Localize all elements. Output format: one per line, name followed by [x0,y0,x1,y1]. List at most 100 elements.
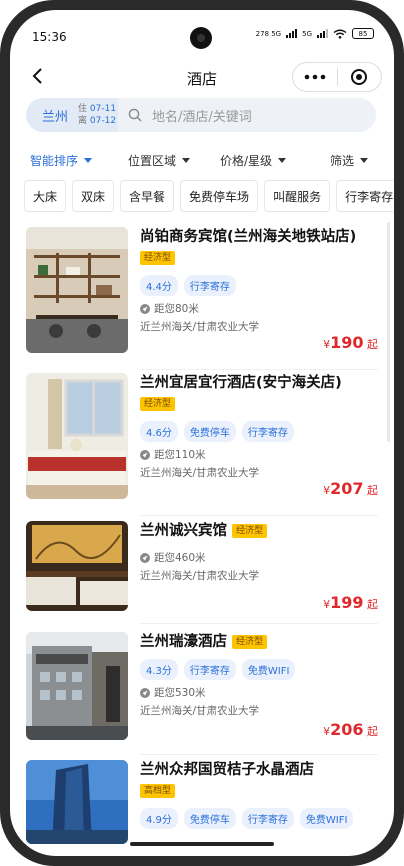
hotel-chips: 4.4分 行李寄存 [140,275,378,296]
nearby-text: 近兰州海关/甘肃农业大学 [140,570,260,582]
hotel-info: 尚铂商务宾馆(兰州海关地铁站店) 经济型 4.4分 行李寄存 距您80米 近兰州… [140,227,378,334]
hotel-card[interactable]: 兰州众邦国贸桔子水晶酒店 高档型 4.9分 免费停车 行李寄存 免费WIFI [26,760,378,850]
network-speed-right: 5G [302,29,312,38]
hotel-card[interactable]: 兰州宜居宜行酒店(安宁海关店) 经济型 4.6分 免费停车 行李寄存 距您110米… [26,373,378,516]
nearby-text: 近兰州海关/甘肃农业大学 [140,467,260,479]
price-value: 206 [330,720,364,739]
location-arrow-icon [140,552,150,563]
front-camera [190,27,212,49]
city-name: 兰州 [42,109,69,125]
search-placeholder: 地名/酒店/关键词 [152,109,252,125]
price-suffix: 起 [367,484,378,497]
stay-dates: 住 07-11 离 07-12 [78,103,116,127]
hotel-card[interactable]: 尚铂商务宾馆(兰州海关地铁站店) 经济型 4.4分 行李寄存 距您80米 近兰州… [26,227,378,370]
tag-wakeup[interactable]: 叫醒服务 [264,180,331,212]
distance-row: 距您80米 [140,301,378,316]
rating-chip: 4.6分 [140,421,178,442]
caret-down-icon [182,157,191,163]
price-suffix: 起 [367,725,378,738]
scrollbar[interactable] [387,222,390,442]
location-arrow-icon [140,303,150,314]
filter-price-star[interactable]: 价格/星级 [220,152,287,169]
hotel-photo [26,227,128,353]
hotel-name: 兰州众邦国贸桔子水晶酒店 [140,762,314,778]
feature-chip: 免费WIFI [241,659,296,680]
network-speed-left: 278 5G [255,29,282,38]
distance-text: 距您80米 [154,303,199,315]
tag-breakfast[interactable]: 含早餐 [120,180,175,212]
phone-frame: 15:36 278 5G 5G 85 酒店 兰州 住 07-11 离 07-12… [0,0,404,866]
hotel-card[interactable]: 兰州瑞濠酒店 经济型 4.3分 行李寄存 免费WIFI 距您530米 近兰州海关… [26,632,378,755]
caret-down-icon [278,157,287,163]
hotel-type-badge: 经济型 [232,524,268,538]
hotel-photo [26,760,128,844]
checkin-date: 07-11 [89,104,117,114]
filter-more[interactable]: 筛选 [330,152,369,169]
rating-chip: 4.4分 [140,275,178,296]
hotel-name-block: 兰州瑞濠酒店 经济型 [140,632,378,653]
divider [140,623,378,624]
rating-chip: 4.9分 [140,808,178,829]
feature-chip: 行李寄存 [241,808,294,829]
tag-luggage[interactable]: 行李寄存 [336,180,394,212]
filter-sort-label: 智能排序 [30,153,79,168]
hotel-name: 兰州诚兴宾馆 [140,523,227,539]
price: ¥206 起 [323,720,378,739]
close-button[interactable] [338,68,382,86]
hotel-name: 兰州宜居宜行酒店(安宁海关店) [140,375,342,391]
price-value: 199 [330,593,364,612]
hotel-type-badge: 经济型 [140,397,176,411]
price-suffix: 起 [367,598,378,611]
hotel-type-badge: 高档型 [140,784,176,798]
hotel-name-block: 兰州众邦国贸桔子水晶酒店 高档型 [140,760,378,802]
distance-row: 距您110米 [140,447,378,462]
filter-location-label: 位置区域 [128,153,177,168]
hotel-photo [26,521,128,611]
price: ¥199 起 [323,593,378,612]
hotel-card[interactable]: 兰州诚兴宾馆 经济型 距您460米 近兰州海关/甘肃农业大学 ¥199 起 [26,521,378,624]
feature-chip: 免费停车 [183,808,236,829]
battery-icon: 85 [352,28,374,39]
hotel-type-badge: 经济型 [140,251,176,265]
distance-text: 距您530米 [154,687,206,699]
filter-bar: 智能排序 位置区域 价格/星级 筛选 [10,145,394,175]
checkout-date: 07-12 [89,116,117,126]
nearby-text: 近兰州海关/甘肃农业大学 [140,705,260,717]
hotel-name-block: 兰州宜居宜行酒店(安宁海关店) 经济型 [140,373,378,415]
home-indicator[interactable] [130,842,274,846]
feature-chip: 免费WIFI [299,808,354,829]
search-bar: 兰州 住 07-11 离 07-12 地名/酒店/关键词 [26,98,376,132]
tag-big-bed[interactable]: 大床 [24,180,67,212]
divider [140,515,378,516]
distance-text: 距您110米 [154,449,206,461]
filter-location[interactable]: 位置区域 [128,152,191,169]
nearby-text: 近兰州海关/甘肃农业大学 [140,321,260,333]
feature-chip: 行李寄存 [183,659,236,680]
screen: 15:36 278 5G 5G 85 酒店 兰州 住 07-11 离 07-12… [10,10,394,856]
quick-tags: 大床 双床 含早餐 免费停车场 叫醒服务 行李寄存 [24,180,394,212]
tag-free-parking[interactable]: 免费停车场 [180,180,259,212]
status-time: 15:36 [32,30,67,44]
filter-sort[interactable]: 智能排序 [30,152,93,169]
signal-icon-2 [317,29,328,38]
rating-chip: 4.3分 [140,659,178,680]
more-button[interactable] [293,74,337,80]
status-bar: 15:36 278 5G 5G 85 [10,10,394,54]
city-date-selector[interactable]: 兰州 住 07-11 离 07-12 [26,98,118,132]
checkin-key: 住 [78,104,88,114]
price: ¥207 起 [323,479,378,498]
feature-chip: 免费停车 [183,421,236,442]
search-input[interactable]: 地名/酒店/关键词 [118,106,376,125]
price-value: 190 [330,333,364,352]
filter-price-label: 价格/星级 [220,153,273,168]
feature-chip: 行李寄存 [241,421,294,442]
status-icons: 278 5G 5G 85 [256,28,374,39]
hotel-type-badge: 经济型 [232,635,268,649]
mini-program-capsule [292,62,382,92]
tag-twin-bed[interactable]: 双床 [72,180,115,212]
location-arrow-icon [140,687,150,698]
hotel-info: 兰州诚兴宾馆 经济型 距您460米 近兰州海关/甘肃农业大学 [140,521,378,583]
hotel-info: 兰州宜居宜行酒店(安宁海关店) 经济型 4.6分 免费停车 行李寄存 距您110米… [140,373,378,480]
more-icon [304,74,326,80]
close-target-icon [351,69,368,85]
